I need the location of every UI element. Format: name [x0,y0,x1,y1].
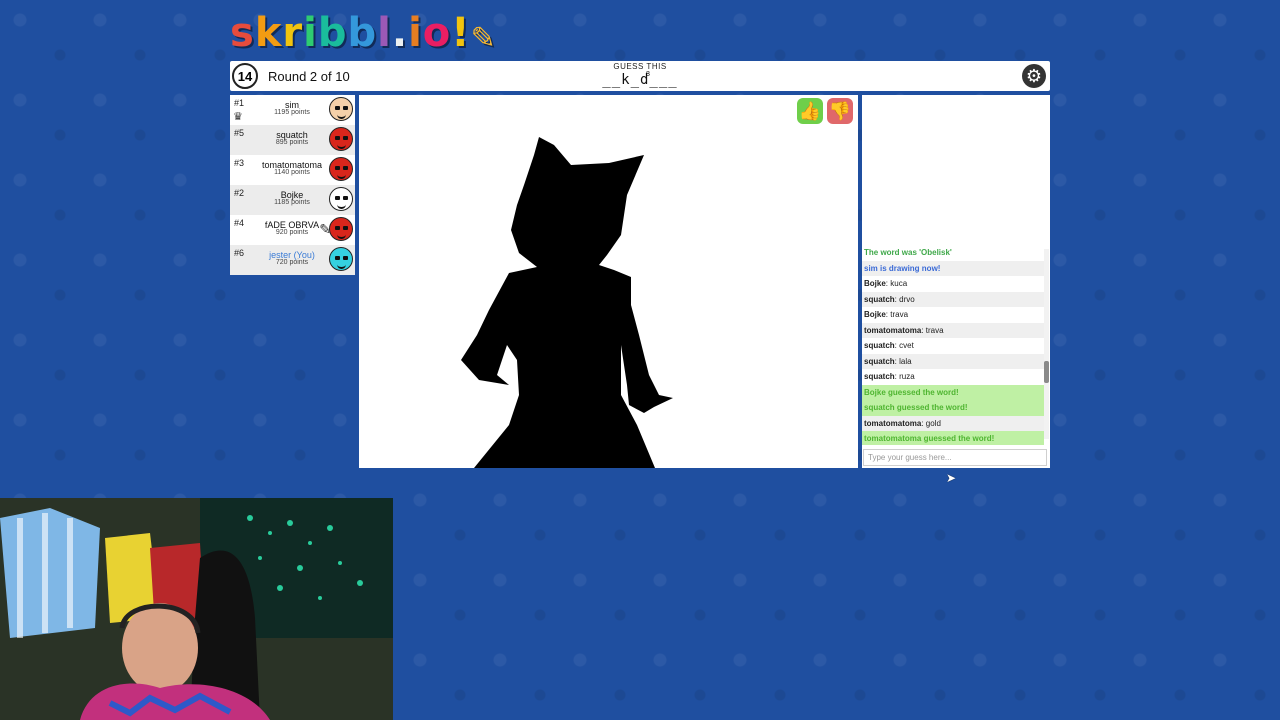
chat-user: tomatomatoma [864,418,922,428]
chat-user: squatch [864,372,895,381]
chat-message: squatch: cvet [864,341,914,350]
logo-letter: s [230,10,255,56]
logo-letter: k [254,10,283,56]
chat-scroll-thumb[interactable] [1044,361,1049,383]
chat-message: squatch guessed the word! [862,400,1044,416]
logo-letter: . [391,10,409,56]
chat-message: Bojke: trava [864,310,909,319]
guess-label: GUESS THIS [613,62,667,71]
player-points: 1195 points [274,109,310,116]
chat-message: tomatomatoma: gold [862,415,1044,431]
player-rank: #2 [234,188,245,198]
webcam-feed [0,498,393,720]
chat-text: trava [925,325,944,335]
chat-user: Bojke [864,310,886,319]
chat-user: squatch [864,356,895,366]
word-hint: __k_d___ [602,72,678,88]
chat-text: gold [925,418,941,428]
chat-message: tomatomatoma: trava [862,322,1044,338]
player-rank: #4 [234,218,245,228]
logo-letter: b [317,10,348,56]
chat-scrollbar[interactable] [1044,249,1049,439]
chat-text: trava [890,310,909,319]
player-row[interactable]: #4 fADE OBRVA 920 points ✎ [230,215,355,245]
player-row[interactable]: #6 jester (You) 720 points [230,245,355,275]
chat-text: cvet [899,341,914,350]
chat-text: kuca [890,279,908,288]
chat-text: lala [899,356,912,366]
logo-letter: i [408,10,423,56]
webcam-overlay [0,498,393,720]
word-length: 8 [646,71,650,78]
chat-message: Bojke: kuca [864,279,908,288]
gear-icon[interactable]: ⚙ [1022,64,1046,88]
logo-letter: ! [451,10,471,56]
player-points: 1185 points [274,199,310,206]
player-row[interactable]: #5 squatch 895 points [230,125,355,155]
chat-message: sim is drawing now! [862,260,1044,276]
avatar [329,217,353,241]
player-row[interactable]: #3 tomatomatoma 1140 points [230,155,355,185]
skribbl-logo: s k r i b b l. i o! ✎ [230,10,497,56]
chat-messages[interactable]: The word was 'Obelisk' sim is drawing now… [862,245,1044,445]
logo-letter: r [282,10,304,56]
player-list: #1 ♛ sim 1195 points #5 squatch 895 poin… [230,95,355,275]
player-row[interactable]: #2 Bojke 1185 points [230,185,355,215]
chat-text: ruza [899,372,915,381]
player-points: 895 points [275,139,309,146]
player-row[interactable]: #1 ♛ sim 1195 points [230,95,355,125]
chat-user: tomatomatoma [864,325,922,335]
mouse-cursor: ➤ [946,471,957,485]
guess-input[interactable] [863,449,1047,466]
chat-panel: The word was 'Obelisk' sim is drawing now… [862,95,1050,468]
chat-message: The word was 'Obelisk' [864,248,952,257]
silhouette-figure [461,137,673,468]
chat-user: squatch [864,294,895,304]
player-points: 720 points [275,259,309,266]
chat-message: squatch: ruza [864,372,915,381]
thumbs-up-icon[interactable]: 👍 [797,98,823,124]
avatar [329,187,353,211]
avatar [329,127,353,151]
player-rank: #5 [234,128,245,138]
logo-letter: i [303,10,318,56]
pencil-icon: ✎ [470,21,497,56]
player-rank: #1 [234,98,245,108]
logo-letter: b [347,10,378,56]
chat-message: tomatomatoma guessed the word! [862,431,1044,445]
player-rank: #3 [234,158,245,168]
chat-text: drvo [899,294,915,304]
chat-message: Bojke guessed the word! [862,384,1044,400]
chat-user: squatch [864,341,895,350]
drawing [461,137,673,468]
avatar [329,97,353,121]
logo-letter: o [422,10,452,56]
avatar [329,157,353,181]
chat-message: squatch: drvo [862,291,1044,307]
drawing-canvas[interactable]: 👍 👎 [359,95,858,468]
chat-user: Bojke [864,279,886,288]
crown-icon: ♛ [233,111,243,123]
player-points: 1140 points [274,169,310,176]
avatar [329,247,353,271]
chat-message: squatch: lala [862,353,1044,369]
logo-letter: l [377,10,392,56]
game-header: 14 Round 2 of 10 GUESS THIS __k_d___ 8 ⚙ [230,61,1050,91]
player-rank: #6 [234,248,245,258]
thumbs-down-icon[interactable]: 👎 [827,98,853,124]
